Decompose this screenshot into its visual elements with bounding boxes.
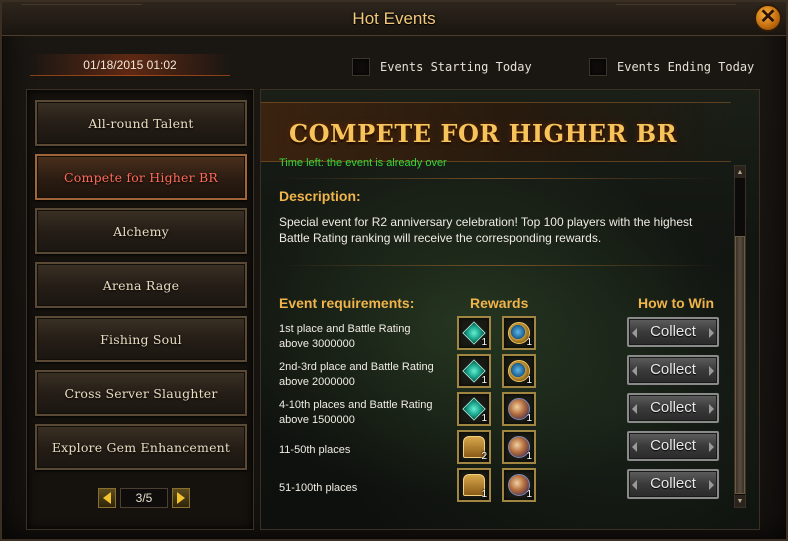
row-requirement: 1st place and Battle Rating above 300000… xyxy=(279,323,411,350)
sidebar-item-label: Arena Rage xyxy=(102,277,180,293)
arrow-right-icon xyxy=(177,492,185,504)
reward-qty: 2 xyxy=(481,451,487,462)
filter-starting-today[interactable]: Events Starting Today xyxy=(352,56,532,78)
reward-slot[interactable]: 1 xyxy=(457,316,491,350)
close-icon: ✕ xyxy=(759,6,777,28)
reward-qty: 1 xyxy=(526,489,532,500)
reward-slot[interactable]: 1 xyxy=(457,468,491,502)
reward-qty: 1 xyxy=(481,375,487,386)
page-indicator: 3/5 xyxy=(120,488,168,508)
filter-label: Events Starting Today xyxy=(380,60,532,74)
reward-slot[interactable]: 1 xyxy=(457,392,491,426)
close-button[interactable]: ✕ xyxy=(754,4,782,32)
starting-today-checkbox[interactable] xyxy=(352,58,370,76)
arrow-left-icon xyxy=(103,492,111,504)
collect-button[interactable]: Collect xyxy=(627,317,719,347)
reward-slot[interactable]: 1 xyxy=(502,354,536,388)
description-text: Special event for R2 anniversary celebra… xyxy=(279,215,693,245)
reward-slot[interactable]: 1 xyxy=(457,354,491,388)
collect-button[interactable]: Collect xyxy=(627,469,719,499)
collect-button[interactable]: Collect xyxy=(627,431,719,461)
reward-slot[interactable]: 1 xyxy=(502,316,536,350)
reward-slot[interactable]: 1 xyxy=(502,430,536,464)
event-list-sidebar: All-round Talent Compete for Higher BR A… xyxy=(26,89,254,530)
requirements-header: Event requirements: xyxy=(279,295,415,311)
sidebar-item-alchemy[interactable]: Alchemy xyxy=(35,208,247,254)
event-detail-panel: Compete for Higher BR Time left: the eve… xyxy=(260,89,760,530)
sidebar-pager: 3/5 xyxy=(98,488,190,508)
reward-qty: 1 xyxy=(481,337,487,348)
sidebar-item-cross-server-slaughter[interactable]: Cross Server Slaughter xyxy=(35,370,247,416)
reward-qty: 1 xyxy=(481,413,487,424)
divider xyxy=(277,178,721,179)
collect-button[interactable]: Collect xyxy=(627,355,719,385)
sidebar-item-label: Explore Gem Enhancement xyxy=(51,439,231,455)
row-requirement: 11-50th places xyxy=(279,444,351,456)
sidebar-item-label: All-round Talent xyxy=(88,115,194,131)
reward-qty: 1 xyxy=(526,413,532,424)
reward-qty: 1 xyxy=(526,375,532,386)
scroll-down-button[interactable]: ▼ xyxy=(735,495,745,507)
server-date-bar: 01/18/2015 01:02 xyxy=(30,54,230,76)
scroll-thumb[interactable] xyxy=(735,236,745,494)
divider xyxy=(277,265,721,266)
reward-qty: 1 xyxy=(481,489,487,500)
row-requirement: 2nd-3rd place and Battle Rating above 20… xyxy=(279,361,434,388)
sidebar-item-all-round-talent[interactable]: All-round Talent xyxy=(35,100,247,146)
description-heading: Description: xyxy=(279,188,361,204)
row-requirement: 4-10th places and Battle Rating above 15… xyxy=(279,399,433,426)
filter-ending-today[interactable]: Events Ending Today xyxy=(589,56,754,78)
sidebar-item-label: Compete for Higher BR xyxy=(64,169,218,185)
reward-slot[interactable]: 2 xyxy=(457,430,491,464)
hot-events-window: Hot Events ✕ 01/18/2015 01:02 Events Sta… xyxy=(0,0,788,541)
collect-button[interactable]: Collect xyxy=(627,393,719,423)
sidebar-item-compete-for-higher-br[interactable]: Compete for Higher BR xyxy=(35,154,247,200)
filter-label: Events Ending Today xyxy=(617,60,755,74)
how-to-win-header: How to Win xyxy=(638,295,715,311)
scroll-up-button[interactable]: ▲ xyxy=(735,166,745,178)
sidebar-item-explore-gem-enhancement[interactable]: Explore Gem Enhancement xyxy=(35,424,247,470)
server-date: 01/18/2015 01:02 xyxy=(83,58,177,72)
reward-qty: 1 xyxy=(526,451,532,462)
reward-slot[interactable]: 1 xyxy=(502,468,536,502)
sidebar-item-label: Alchemy xyxy=(113,223,169,239)
reward-qty: 1 xyxy=(526,337,532,348)
sidebar-item-fishing-soul[interactable]: Fishing Soul xyxy=(35,316,247,362)
window-title: Hot Events xyxy=(352,9,436,28)
sidebar-item-label: Fishing Soul xyxy=(100,331,182,347)
scrollbar[interactable]: ▲ ▼ xyxy=(734,165,746,508)
ending-today-checkbox[interactable] xyxy=(589,58,607,76)
reward-slot[interactable]: 1 xyxy=(502,392,536,426)
event-title: Compete for Higher BR xyxy=(289,119,678,148)
next-page-button[interactable] xyxy=(172,488,190,508)
time-left-text: Time left: the event is already over xyxy=(279,157,447,169)
prev-page-button[interactable] xyxy=(98,488,116,508)
title-bar: Hot Events xyxy=(2,2,786,36)
row-requirement: 51-100th places xyxy=(279,482,358,494)
sidebar-item-arena-rage[interactable]: Arena Rage xyxy=(35,262,247,308)
sidebar-item-label: Cross Server Slaughter xyxy=(64,385,218,401)
rewards-header: Rewards xyxy=(470,295,529,311)
